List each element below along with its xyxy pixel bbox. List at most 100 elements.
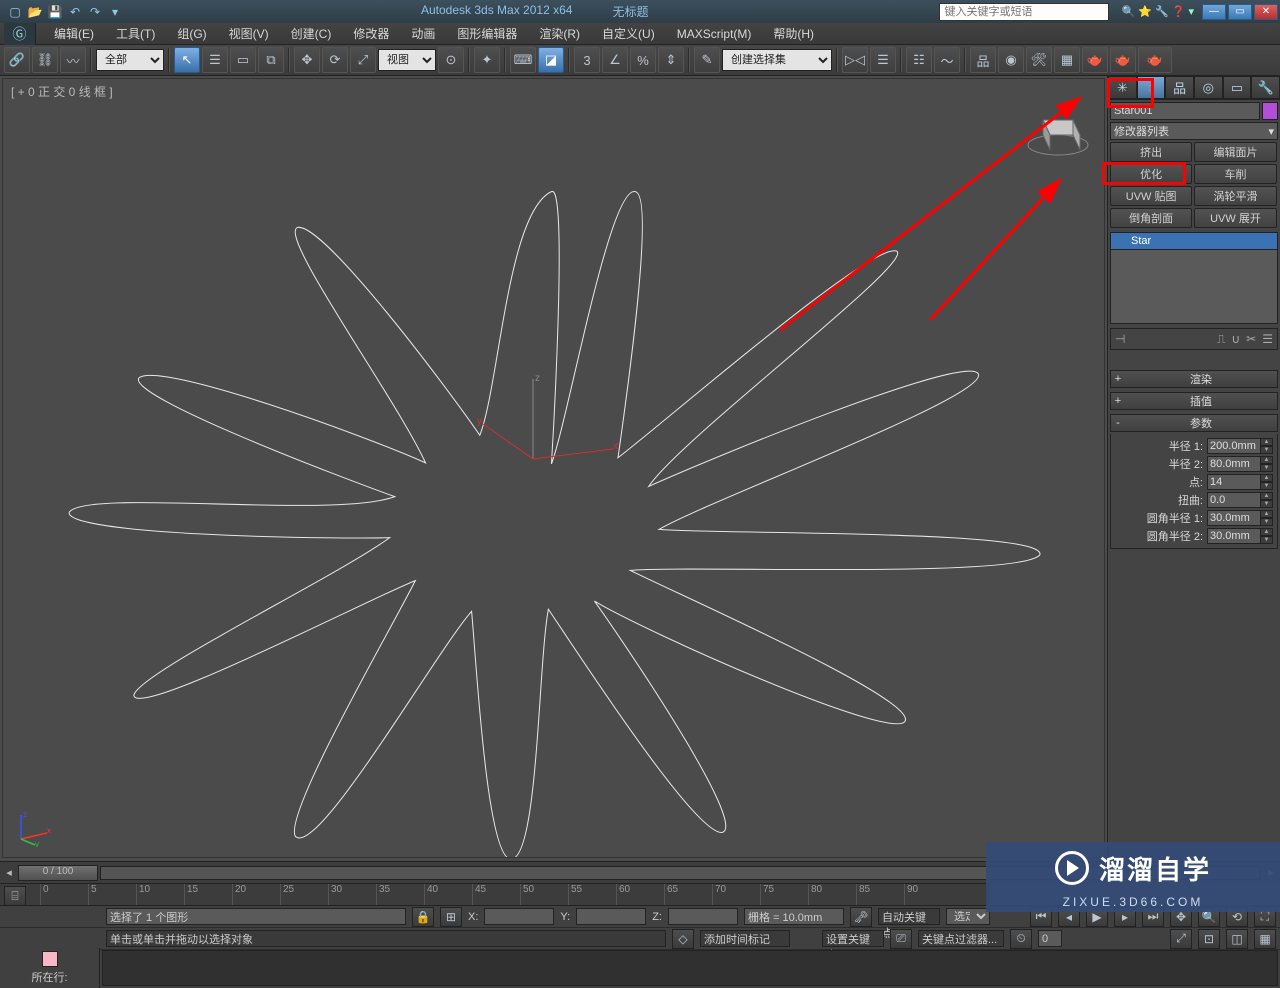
- snap-3-icon[interactable]: 3: [574, 47, 600, 73]
- schematic-icon[interactable]: 品: [970, 47, 996, 73]
- time-prev-icon[interactable]: ◂: [0, 866, 18, 879]
- ref-coord-dropdown[interactable]: 视图: [378, 49, 436, 71]
- tab-motion-icon[interactable]: ◎: [1194, 76, 1223, 99]
- abs-rel-icon[interactable]: ⊞: [440, 907, 462, 927]
- render-last-icon[interactable]: 🫖: [1138, 47, 1172, 73]
- mod-lathe-button[interactable]: 车削: [1194, 164, 1276, 184]
- radius2-spinner[interactable]: [1207, 456, 1261, 472]
- render-prod-icon[interactable]: 🫖: [1082, 47, 1108, 73]
- help-search-input[interactable]: [939, 3, 1109, 21]
- modifier-stack[interactable]: Star: [1110, 232, 1278, 324]
- undo-icon[interactable]: ↶: [66, 3, 84, 21]
- mod-optimize-button[interactable]: 优化: [1110, 164, 1192, 184]
- spinner-snap-icon[interactable]: ⇕: [658, 47, 684, 73]
- minimize-button[interactable]: —: [1202, 4, 1226, 20]
- rollout-render[interactable]: +渲染: [1110, 370, 1278, 388]
- track-bar[interactable]: ⌸ 051015202530354045505560657075808590: [0, 883, 990, 905]
- named-selection-set-dropdown[interactable]: 创建选择集: [722, 49, 832, 71]
- mod-extrude-button[interactable]: 挤出: [1110, 142, 1192, 162]
- menu-views[interactable]: 视图(V): [219, 23, 279, 44]
- menu-edit[interactable]: 编辑(E): [44, 23, 104, 44]
- new-icon[interactable]: ▢: [6, 3, 24, 21]
- star-shape[interactable]: [3, 79, 1104, 857]
- move-icon[interactable]: ✥: [294, 47, 320, 73]
- remove-mod-icon[interactable]: ✂: [1246, 332, 1256, 347]
- redo-icon[interactable]: ↷: [86, 3, 104, 21]
- material-editor-icon[interactable]: ◉: [998, 47, 1024, 73]
- nav-zoomext-icon[interactable]: ⤢: [1170, 929, 1192, 949]
- isolate-icon[interactable]: ◇: [672, 929, 694, 949]
- rollout-interp[interactable]: +插值: [1110, 392, 1278, 410]
- nav-fov-icon[interactable]: ◫: [1226, 929, 1248, 949]
- render-iter-icon[interactable]: 🫖: [1110, 47, 1136, 73]
- time-config-icon[interactable]: ⏲: [1010, 929, 1032, 949]
- select-by-name-icon[interactable]: ☰: [202, 47, 228, 73]
- open-icon[interactable]: 📂: [26, 3, 44, 21]
- mod-editpatch-button[interactable]: 编辑面片: [1194, 142, 1276, 162]
- layers-icon[interactable]: ☷: [906, 47, 932, 73]
- nsel-set-edit-icon[interactable]: ✎: [694, 47, 720, 73]
- keyboard-shortcut-icon[interactable]: ⌨: [510, 47, 536, 73]
- mod-turbosmooth-button[interactable]: 涡轮平滑: [1194, 186, 1276, 206]
- menu-maxscript[interactable]: MAXScript(M): [667, 25, 762, 43]
- select-object-icon[interactable]: ↖: [174, 47, 200, 73]
- pin-stack-icon[interactable]: ⊣: [1115, 332, 1125, 346]
- y-input[interactable]: [576, 908, 646, 925]
- tab-create-icon[interactable]: ✳: [1108, 76, 1137, 99]
- menu-rendering[interactable]: 渲染(R): [529, 23, 590, 44]
- object-name-input[interactable]: [1110, 102, 1260, 120]
- x-input[interactable]: [484, 908, 554, 925]
- radius1-spinner[interactable]: [1207, 438, 1261, 454]
- key-mode-icon[interactable]: 🗝: [850, 907, 872, 927]
- modifier-list-dropdown[interactable]: 修改器列表▾: [1110, 122, 1278, 140]
- add-time-tag[interactable]: 添加时间标记: [700, 930, 790, 947]
- menu-grapheditors[interactable]: 图形编辑器: [447, 23, 527, 44]
- save-icon[interactable]: 💾: [46, 3, 64, 21]
- tab-modify-icon[interactable]: ◔: [1137, 76, 1166, 99]
- viewcube[interactable]: [1018, 85, 1098, 165]
- setkey-button[interactable]: 设置关键点: [822, 930, 884, 947]
- menu-help[interactable]: 帮助(H): [763, 23, 824, 44]
- menu-group[interactable]: 组(G): [167, 23, 216, 44]
- fillet2-spinner[interactable]: [1207, 528, 1261, 544]
- scale-icon[interactable]: ⤢: [350, 47, 376, 73]
- rollout-params[interactable]: -参数: [1110, 414, 1278, 432]
- close-button[interactable]: ✕: [1254, 4, 1278, 20]
- key-target-dropdown[interactable]: 选定对: [946, 908, 990, 925]
- macro-rec-icon[interactable]: [42, 951, 58, 967]
- selection-filter-dropdown[interactable]: 全部: [96, 49, 164, 71]
- qat-dropdown-icon[interactable]: ▾: [106, 3, 124, 21]
- app-menu-button[interactable]: Ⓖ: [4, 23, 36, 45]
- window-crossing-icon[interactable]: ⧉: [258, 47, 284, 73]
- key-filters-icon[interactable]: ⎚: [890, 929, 912, 949]
- mod-bevelprofile-button[interactable]: 倒角剖面: [1110, 208, 1192, 228]
- trackbar-config-icon[interactable]: ⌸: [4, 886, 26, 906]
- mod-unwrapuvw-button[interactable]: UVW 展开: [1194, 208, 1276, 228]
- points-spinner[interactable]: [1207, 474, 1261, 490]
- mod-uvwmap-button[interactable]: UVW 贴图: [1110, 186, 1192, 206]
- menu-customize[interactable]: 自定义(U): [592, 23, 665, 44]
- maxscript-listener[interactable]: [102, 950, 1278, 986]
- infocenter-icons[interactable]: 🔍 ⭐ 🔧 ❓ ▾: [1113, 5, 1202, 18]
- key-filters-button[interactable]: 关键点过滤器...: [918, 930, 1004, 947]
- render-frame-icon[interactable]: ▦: [1054, 47, 1080, 73]
- bind-spacewarp-icon[interactable]: 〰: [60, 47, 86, 73]
- undo-link-icon[interactable]: 🔗: [4, 47, 30, 73]
- autokey-button[interactable]: 自动关键点: [878, 908, 940, 925]
- tab-utilities-icon[interactable]: 🔧: [1251, 76, 1280, 99]
- rect-select-icon[interactable]: ▭: [230, 47, 256, 73]
- unlink-icon[interactable]: ⛓: [32, 47, 58, 73]
- nav-minmax-icon[interactable]: ▦: [1254, 929, 1276, 949]
- z-input[interactable]: [668, 908, 738, 925]
- render-setup-icon[interactable]: 🛠: [1026, 47, 1052, 73]
- menu-create[interactable]: 创建(C): [281, 23, 342, 44]
- viewport-top[interactable]: [ + 0 正 交 0 线 框 ] z x y z x y: [2, 78, 1105, 858]
- show-end-result-icon[interactable]: ⎍: [1217, 332, 1225, 347]
- distort-spinner[interactable]: [1207, 492, 1261, 508]
- time-handle[interactable]: 0 / 100: [18, 865, 98, 881]
- percent-snap-icon[interactable]: %: [630, 47, 656, 73]
- menu-modifiers[interactable]: 修改器: [343, 23, 399, 44]
- nav-zoomall-icon[interactable]: ⊡: [1198, 929, 1220, 949]
- pivot-icon[interactable]: ⊙: [438, 47, 464, 73]
- menu-animation[interactable]: 动画: [401, 23, 445, 44]
